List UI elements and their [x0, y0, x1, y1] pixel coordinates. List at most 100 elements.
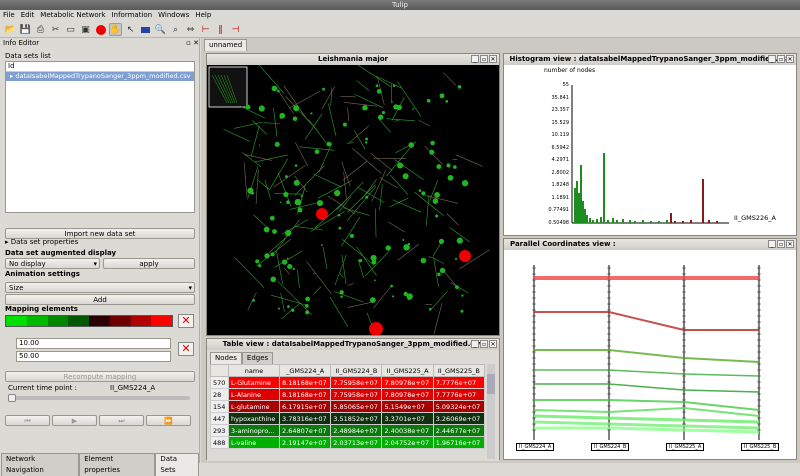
table-header-cell[interactable]: II_GMS225_A [382, 365, 433, 377]
graph-node [406, 293, 412, 299]
rectangle-icon[interactable] [139, 23, 152, 36]
lasso-icon[interactable]: ⌕ [169, 23, 182, 36]
hand-icon[interactable]: ✋ [109, 23, 122, 36]
graph-node [448, 175, 454, 181]
tab-unnamed[interactable]: unnamed [204, 39, 247, 51]
graph-node [305, 297, 310, 302]
close-icon[interactable]: ✕ [489, 340, 497, 348]
tab-nodes[interactable]: Nodes [210, 352, 242, 364]
tab-data-sets[interactable]: Data Sets [155, 453, 199, 476]
menu-help[interactable]: Help [195, 10, 211, 21]
add-button[interactable]: Add [5, 294, 195, 305]
gradient-stop[interactable] [151, 316, 172, 326]
gradient-stop[interactable] [27, 316, 48, 326]
graph-edge [371, 153, 393, 171]
dataset-item[interactable]: ▸ dataIsabelMappedTrypanoSanger_3ppm_mod… [6, 72, 194, 81]
tab-element-properties[interactable]: Element properties [79, 453, 155, 476]
gradient-stop[interactable] [110, 316, 131, 326]
paste-icon[interactable]: ▣ [79, 23, 92, 36]
pause-icon[interactable]: ‖ [214, 23, 227, 36]
graph-edge [342, 255, 346, 284]
tab-edges[interactable]: Edges [242, 352, 273, 364]
panel-close-icon[interactable]: ▫ ✕ [186, 38, 199, 48]
menu-file[interactable]: File [3, 10, 15, 21]
table-scrollbar[interactable] [487, 364, 495, 459]
graph-node [429, 150, 434, 155]
menu-windows[interactable]: Windows [158, 10, 189, 21]
parallel-window: Parallel Coordinates view : dataIsabelMa… [503, 238, 797, 460]
table-row[interactable]: 2933-aminopro...2.64807e+072.48984e+072.… [211, 425, 485, 437]
graph-edge [380, 184, 383, 210]
minimize-icon[interactable]: _ [471, 340, 479, 348]
augmented-display-select[interactable]: No display▾ [5, 258, 100, 269]
align-icon[interactable]: ⇔ [184, 23, 197, 36]
histogram-chart[interactable] [504, 65, 796, 235]
copy-icon[interactable]: ▭ [64, 23, 77, 36]
cut-icon[interactable]: ✂ [49, 23, 62, 36]
graph-edge [256, 170, 258, 204]
gradient-stop[interactable] [6, 316, 27, 326]
bracket-left-icon[interactable]: ⊢ [199, 23, 212, 36]
close-icon[interactable]: ✕ [786, 55, 794, 63]
record-icon[interactable] [94, 23, 107, 36]
graph-edge [373, 285, 392, 308]
table-header-cell[interactable]: II_GMS225_B [433, 365, 484, 377]
table-row[interactable]: 570L-Glutamine8.18168e+077.75958e+077.80… [211, 377, 485, 389]
gradient-stop[interactable] [48, 316, 69, 326]
table-header-cell[interactable] [211, 365, 229, 377]
menu-metabolic-network[interactable]: Metabolic Network [40, 10, 105, 21]
play-icon[interactable]: ▶ [52, 415, 97, 426]
min-size-input[interactable]: 10.00 [16, 338, 171, 349]
dataset-properties-toggle[interactable]: ▸ Data set properties [5, 238, 78, 247]
menu-information[interactable]: Information [112, 10, 153, 21]
step-icon[interactable]: ⏭ [99, 415, 144, 426]
select-icon[interactable]: ↖ [124, 23, 137, 36]
gradient-stop[interactable] [131, 316, 152, 326]
maximize-icon[interactable]: ▫ [480, 55, 488, 63]
nodes-table[interactable]: name_GMS224_AII_GMS224_BII_GMS225_AII_GM… [210, 364, 485, 449]
table-header-cell[interactable]: name [228, 365, 279, 377]
skip-back-icon[interactable]: ⏮ [5, 415, 50, 426]
window-title: Tulip [0, 0, 800, 10]
graph-edge [253, 215, 267, 229]
table-row[interactable]: 447hypoxanthine3.78316e+073.51852e+073.3… [211, 413, 485, 425]
maximize-icon[interactable]: ▫ [480, 340, 488, 348]
open-icon[interactable]: 📂 [4, 23, 17, 36]
scrollbar-thumb[interactable] [487, 374, 495, 394]
highlighted-node [369, 322, 383, 335]
gradient-stop[interactable] [89, 316, 110, 326]
save-icon[interactable]: 💾 [19, 23, 32, 36]
dataset-properties-label: Data set properties [11, 238, 79, 246]
table-row[interactable]: 488L-valine2.19147e+072.03713e+072.04752… [211, 437, 485, 449]
bracket-right-icon[interactable]: ⊣ [229, 23, 242, 36]
minimize-icon[interactable]: _ [768, 55, 776, 63]
table-header-cell[interactable]: _GMS224_A [280, 365, 331, 377]
close-icon[interactable]: ✕ [489, 55, 497, 63]
table-row[interactable]: 28L-Alanine8.18168e+077.75958e+077.80978… [211, 389, 485, 401]
print-icon[interactable]: ⎙ [34, 23, 47, 36]
menu-edit[interactable]: Edit [21, 10, 35, 21]
remove-gradient-icon[interactable]: ✕ [178, 314, 194, 328]
slider-handle[interactable] [8, 394, 16, 402]
gradient-stop[interactable] [68, 316, 89, 326]
animation-select[interactable]: Size▾ [5, 282, 195, 293]
recompute-mapping-button[interactable]: Recompute mapping [5, 371, 195, 382]
histogram-bar [574, 188, 576, 223]
time-slider[interactable] [8, 396, 190, 400]
datasets-list[interactable]: Id ▸ dataIsabelMappedTrypanoSanger_3ppm_… [5, 61, 195, 213]
histogram-bar [716, 221, 718, 223]
zoom-icon[interactable]: 🔍 [154, 23, 167, 36]
max-size-input[interactable]: 50.00 [16, 351, 171, 362]
network-graph[interactable] [207, 65, 499, 335]
tab-network-navigation[interactable]: Network Navigation [1, 453, 79, 476]
color-gradient[interactable] [5, 315, 173, 327]
minimize-icon[interactable]: _ [471, 55, 479, 63]
histogram-title: Histogram view : dataIsabelMappedTrypano… [504, 54, 796, 65]
skip-forward-icon[interactable]: ⏩ [146, 415, 191, 426]
maximize-icon[interactable]: ▫ [777, 55, 785, 63]
apply-button[interactable]: apply [103, 258, 195, 269]
table-header-cell[interactable]: II_GMS224_B [331, 365, 382, 377]
graph-node [270, 216, 275, 221]
table-row[interactable]: 154L-glutamine6.17915e+075.85065e+075.15… [211, 401, 485, 413]
remove-size-icon[interactable]: ✕ [178, 342, 194, 356]
